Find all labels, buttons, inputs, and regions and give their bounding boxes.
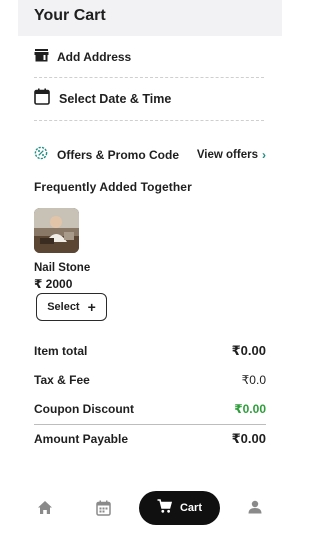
- select-button[interactable]: Select +: [36, 293, 107, 321]
- product-name: Nail Stone: [34, 262, 91, 274]
- amount-payable-value: ₹0.00: [231, 431, 266, 446]
- coupon-discount-value: ₹0.00: [234, 402, 266, 416]
- offers-promo-label: Offers & Promo Code: [57, 148, 180, 162]
- amount-payable-label: Amount Payable: [34, 432, 129, 446]
- item-total-value: ₹0.00: [231, 343, 266, 358]
- cart-tab[interactable]: Cart: [139, 491, 220, 525]
- plus-icon: +: [87, 299, 96, 315]
- add-address-row[interactable]: Add Address: [34, 46, 264, 68]
- cart-tab-label: Cart: [179, 502, 202, 514]
- calendar-nav-icon[interactable]: [96, 500, 111, 521]
- offers-promo-row[interactable]: Offers & Promo Code View offers ›: [34, 146, 266, 164]
- frequently-added-title: Frequently Added Together: [34, 180, 192, 194]
- tax-fee-value: ₹0.0: [241, 373, 266, 387]
- add-address-label: Add Address: [57, 50, 132, 64]
- store-icon: [34, 48, 49, 67]
- calendar-icon: [34, 88, 50, 110]
- page-header: Your Cart: [18, 0, 282, 36]
- tax-fee-label: Tax & Fee: [34, 373, 90, 387]
- product-price: ₹ 2000: [34, 277, 73, 291]
- summary-divider: [34, 424, 266, 425]
- select-button-label: Select: [47, 301, 80, 313]
- divider: [34, 77, 264, 78]
- coupon-discount-row: Coupon Discount ₹0.00: [34, 400, 266, 418]
- select-date-time-row[interactable]: Select Date & Time: [34, 88, 264, 110]
- cart-icon: [157, 499, 173, 517]
- chevron-right-icon: ›: [262, 148, 266, 162]
- page-title: Your Cart: [34, 7, 106, 24]
- product-image[interactable]: [34, 208, 79, 253]
- select-date-time-label: Select Date & Time: [59, 92, 172, 106]
- bottom-nav: Cart: [0, 488, 300, 528]
- divider: [34, 120, 264, 121]
- promo-badge-icon: [34, 146, 48, 165]
- view-offers-link[interactable]: View offers ›: [197, 148, 266, 162]
- amount-payable-row: Amount Payable ₹0.00: [34, 430, 266, 448]
- home-icon[interactable]: [37, 500, 53, 520]
- coupon-discount-label: Coupon Discount: [34, 402, 134, 416]
- item-total-row: Item total ₹0.00: [34, 342, 266, 360]
- view-offers-label: View offers: [196, 149, 258, 161]
- item-total-label: Item total: [34, 344, 88, 358]
- tax-fee-row: Tax & Fee ₹0.0: [34, 371, 266, 389]
- profile-icon[interactable]: [248, 500, 262, 519]
